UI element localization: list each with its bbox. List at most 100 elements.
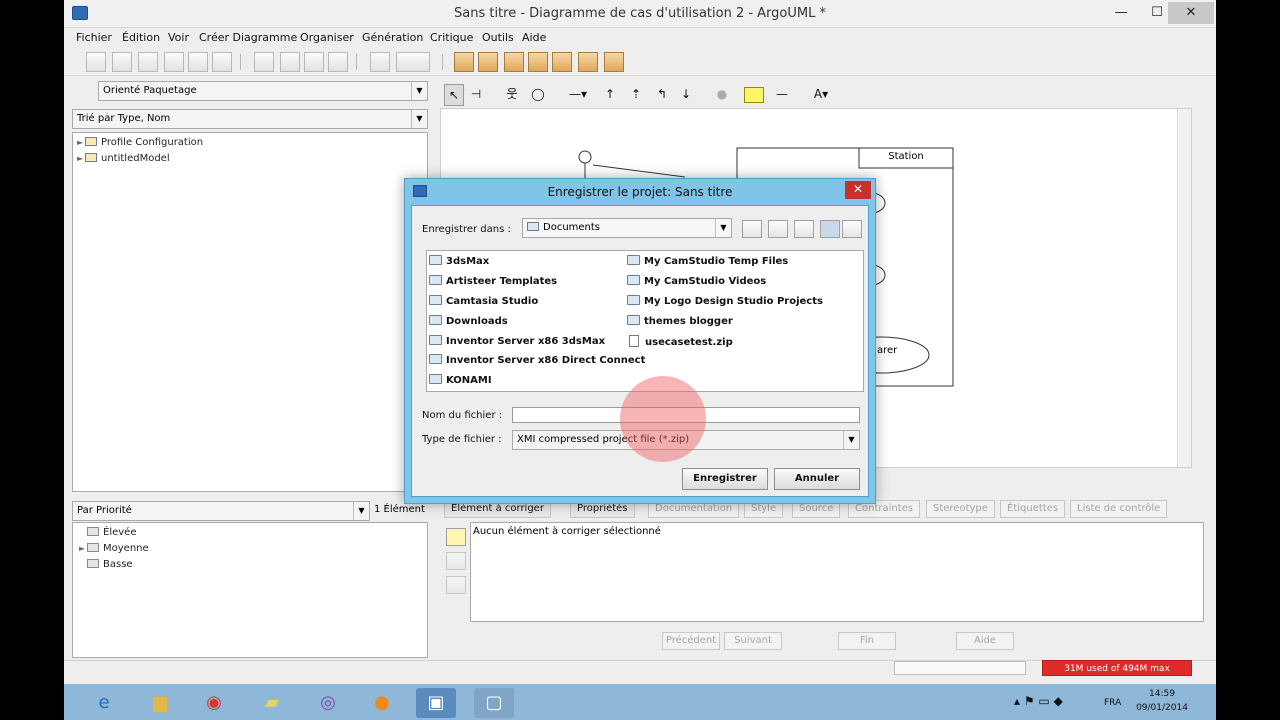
previous-button[interactable]: Précédent bbox=[662, 632, 720, 650]
new-todo-icon[interactable] bbox=[446, 528, 466, 546]
vertical-scrollbar[interactable] bbox=[1177, 109, 1191, 467]
class-diagram-icon[interactable] bbox=[454, 52, 474, 72]
delete-icon[interactable] bbox=[280, 52, 300, 72]
help-button[interactable]: Aide bbox=[956, 632, 1014, 650]
collaboration-diagram-icon[interactable] bbox=[552, 52, 572, 72]
up-folder-icon[interactable] bbox=[742, 220, 762, 238]
tab-stereotype[interactable]: Stereotype bbox=[926, 500, 995, 518]
list-item[interactable]: Downloads bbox=[429, 315, 508, 327]
menu-creer-diagramme[interactable]: Créer Diagramme bbox=[199, 31, 297, 44]
clock[interactable]: 14:59 09/01/2014 bbox=[1136, 687, 1188, 715]
menu-organiser[interactable]: Organiser bbox=[300, 31, 354, 44]
list-item[interactable]: usecasetest.zip bbox=[629, 335, 733, 348]
actor-tool-icon[interactable]: 웃 bbox=[502, 84, 522, 106]
todo-priority-medium[interactable]: ► Moyenne bbox=[79, 543, 149, 554]
navigate-icon[interactable] bbox=[304, 52, 324, 72]
activity-diagram-icon[interactable] bbox=[528, 52, 548, 72]
chevron-down-icon[interactable]: ▼ bbox=[353, 502, 369, 520]
state-diagram-icon[interactable] bbox=[504, 52, 524, 72]
details-view-icon[interactable] bbox=[842, 220, 862, 238]
save-button[interactable]: Enregistrer bbox=[682, 468, 768, 490]
dialog-close-icon[interactable]: ✕ bbox=[845, 181, 871, 199]
chrome-icon[interactable]: ◉ bbox=[194, 688, 234, 718]
list-item[interactable]: Artisteer Templates bbox=[429, 275, 557, 287]
snooze-icon[interactable] bbox=[446, 576, 466, 594]
next-button[interactable]: Suivant bbox=[724, 632, 782, 650]
new-folder-icon[interactable] bbox=[794, 220, 814, 238]
file-list[interactable]: 3dsMax Artisteer Templates Camtasia Stud… bbox=[426, 250, 864, 392]
generalization-tool-icon[interactable]: ⇡ bbox=[626, 84, 646, 106]
todo-priority-high[interactable]: Élevée bbox=[79, 527, 136, 538]
list-item[interactable]: Inventor Server x86 Direct Connect bbox=[429, 354, 645, 366]
usecase-tool-icon[interactable]: ◯ bbox=[528, 84, 548, 106]
tab-checklist[interactable]: Liste de contrôle bbox=[1070, 500, 1168, 518]
include-tool-icon[interactable]: ↓ bbox=[676, 84, 696, 106]
export-icon[interactable] bbox=[188, 52, 208, 72]
home-icon[interactable] bbox=[768, 220, 788, 238]
sequence-diagram-icon[interactable] bbox=[604, 52, 624, 72]
import-icon[interactable] bbox=[164, 52, 184, 72]
media-player-icon[interactable]: ● bbox=[362, 688, 402, 718]
notification-icons[interactable]: ▴ ⚑ ▭ ◆ bbox=[1014, 694, 1063, 708]
list-item[interactable]: My Logo Design Studio Projects bbox=[627, 295, 823, 307]
menu-edition[interactable]: Édition bbox=[122, 31, 160, 44]
expand-icon[interactable]: ► bbox=[77, 154, 85, 163]
menu-generation[interactable]: Génération bbox=[362, 31, 423, 44]
zoom-icon[interactable] bbox=[396, 52, 430, 72]
cancel-button[interactable]: Annuler bbox=[774, 468, 860, 490]
save-project-icon[interactable] bbox=[138, 52, 158, 72]
list-item[interactable]: Camtasia Studio bbox=[429, 295, 538, 307]
chevron-down-icon[interactable]: ▼ bbox=[411, 110, 427, 128]
layout-icon[interactable] bbox=[328, 52, 348, 72]
todo-group-combo[interactable]: Par Priorité ▼ bbox=[72, 501, 370, 521]
select-tool-icon[interactable]: ↖ bbox=[444, 84, 464, 106]
text-tool-icon[interactable]: A▾ bbox=[806, 84, 836, 106]
list-item[interactable]: Inventor Server x86 3dsMax bbox=[429, 335, 605, 347]
list-item[interactable]: My CamStudio Videos bbox=[627, 275, 766, 287]
file-explorer-icon[interactable]: ▆ bbox=[140, 688, 180, 718]
list-item[interactable]: My CamStudio Temp Files bbox=[627, 255, 788, 267]
list-item[interactable]: themes blogger bbox=[627, 315, 733, 327]
viber-icon[interactable]: ◎ bbox=[308, 688, 348, 718]
deployment-diagram-icon[interactable] bbox=[578, 52, 598, 72]
folder-combo[interactable]: Documents ▼ bbox=[522, 218, 732, 238]
menu-outils[interactable]: Outils bbox=[482, 31, 514, 44]
menu-critique[interactable]: Critique bbox=[430, 31, 473, 44]
open-project-icon[interactable] bbox=[112, 52, 132, 72]
association-line[interactable] bbox=[592, 164, 686, 178]
ellipse-tool-icon[interactable]: ● bbox=[712, 84, 732, 106]
folder-icon[interactable]: ▰ bbox=[252, 688, 292, 718]
language-indicator[interactable]: FRA bbox=[1104, 696, 1121, 710]
menu-voir[interactable]: Voir bbox=[168, 31, 189, 44]
print-icon[interactable] bbox=[212, 52, 232, 72]
perspective-combo[interactable]: Orienté Paquetage ▼ bbox=[98, 81, 428, 101]
minimize-button[interactable]: — bbox=[1104, 2, 1138, 24]
finish-button[interactable]: Fin bbox=[838, 632, 896, 650]
chevron-down-icon[interactable]: ▼ bbox=[715, 219, 731, 237]
list-item[interactable]: 3dsMax bbox=[429, 255, 489, 267]
expand-icon[interactable]: ► bbox=[79, 544, 87, 553]
internet-explorer-icon[interactable]: e bbox=[84, 688, 124, 718]
sort-combo[interactable]: Trié par Type, Nom ▼ bbox=[72, 109, 428, 129]
menu-aide[interactable]: Aide bbox=[522, 31, 546, 44]
expand-icon[interactable]: ► bbox=[77, 138, 85, 147]
broom-tool-icon[interactable]: ⊣ bbox=[468, 84, 484, 106]
chevron-down-icon[interactable]: ▼ bbox=[843, 431, 859, 449]
resolve-icon[interactable] bbox=[446, 552, 466, 570]
actor-shape[interactable] bbox=[578, 150, 592, 164]
dependency-tool-icon[interactable]: ↑ bbox=[600, 84, 620, 106]
menu-fichier[interactable]: Fichier bbox=[76, 31, 112, 44]
new-project-icon[interactable] bbox=[86, 52, 106, 72]
usecase-diagram-icon[interactable] bbox=[478, 52, 498, 72]
select-all-icon[interactable] bbox=[254, 52, 274, 72]
list-view-icon[interactable] bbox=[820, 220, 840, 238]
java-window-icon[interactable]: ▢ bbox=[474, 688, 514, 718]
extend-tool-icon[interactable]: ↰ bbox=[652, 84, 672, 106]
close-button[interactable]: ✕ bbox=[1168, 2, 1214, 24]
comment-tool-icon[interactable] bbox=[744, 87, 764, 103]
find-icon[interactable] bbox=[370, 52, 390, 72]
list-item[interactable]: KONAMI bbox=[429, 374, 492, 386]
tree-item-untitled-model[interactable]: ► untitledModel bbox=[77, 153, 170, 164]
tab-tagged-values[interactable]: Étiquettes bbox=[1000, 500, 1066, 518]
tree-item-profile-configuration[interactable]: ► Profile Configuration bbox=[77, 137, 203, 148]
